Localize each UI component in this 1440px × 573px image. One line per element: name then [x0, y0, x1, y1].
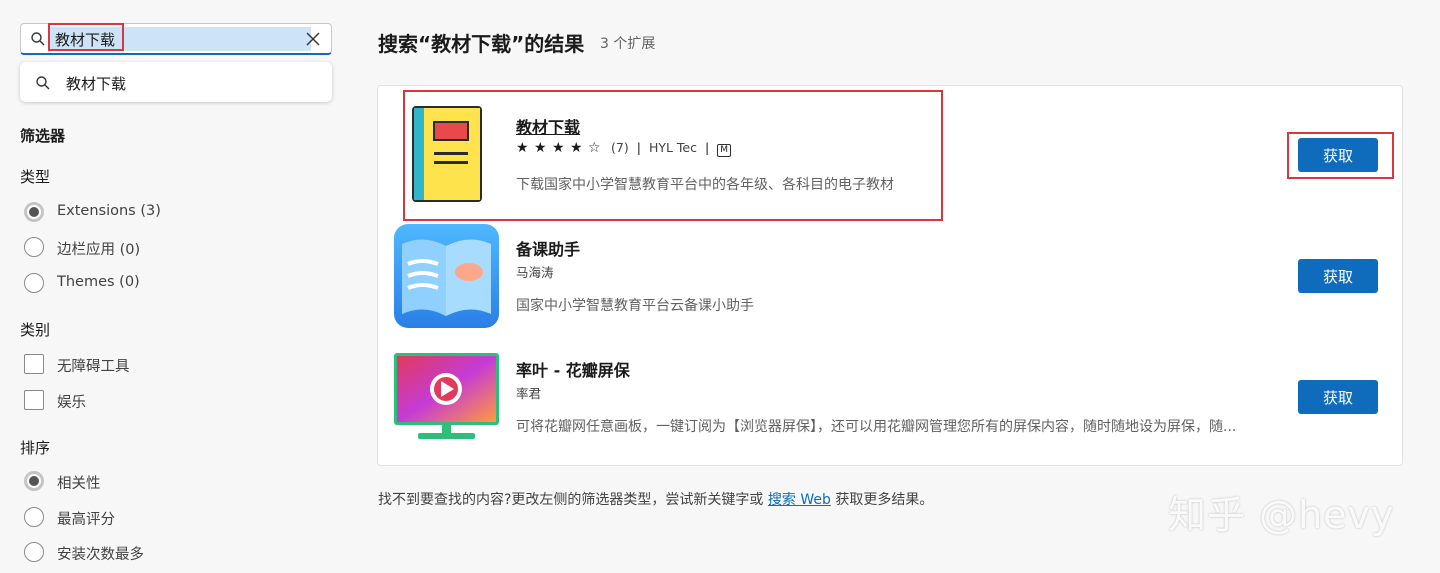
lesson-helper-icon: [394, 224, 499, 328]
filters-title: 筛选器: [20, 127, 66, 145]
filter-category-title: 类别: [20, 321, 51, 339]
get-button-2[interactable]: 获取: [1298, 259, 1378, 293]
option-extensions[interactable]: Extensions (3): [57, 203, 161, 219]
screensaver-monitor-icon: [394, 353, 499, 441]
search-web-link[interactable]: 搜索 Web: [768, 492, 831, 508]
checkbox-accessibility[interactable]: [24, 354, 44, 374]
filter-type-title: 类型: [20, 168, 51, 186]
search-suggestion[interactable]: 教材下载: [20, 62, 332, 102]
publisher-2: 马海涛: [516, 265, 554, 280]
radio-top-rated[interactable]: [24, 507, 44, 527]
ext-desc-2: 国家中小学智慧教育平台云备课小助手: [516, 298, 754, 314]
option-relevance[interactable]: 相关性: [57, 472, 101, 493]
option-entertainment[interactable]: 娱乐: [57, 391, 86, 412]
checkbox-entertainment[interactable]: [24, 390, 44, 410]
option-themes[interactable]: Themes (0): [57, 274, 140, 290]
option-top-rated[interactable]: 最高评分: [57, 508, 115, 529]
publisher-3: 率君: [516, 386, 542, 401]
option-sidebar-apps[interactable]: 边栏应用 (0): [57, 238, 140, 259]
item-highlight: [403, 90, 943, 221]
results-title: 搜索“教材下载”的结果: [378, 32, 585, 56]
ext-name-2[interactable]: 备课助手: [516, 236, 580, 260]
radio-extensions[interactable]: [24, 202, 44, 222]
watermark: 知乎 @hevy: [1168, 493, 1395, 537]
ext-name-3[interactable]: 率叶 - 花瓣屏保: [516, 357, 630, 381]
results-count: 3 个扩展: [600, 36, 656, 52]
filter-sort-title: 排序: [20, 439, 51, 457]
radio-sidebar-apps[interactable]: [24, 237, 44, 257]
option-most-installs[interactable]: 安装次数最多: [57, 543, 144, 564]
get-button-3[interactable]: 获取: [1298, 380, 1378, 414]
search-icon: [31, 32, 45, 46]
radio-themes[interactable]: [24, 273, 44, 293]
suggestion-label: 教材下载: [66, 75, 127, 93]
button-highlight: [1287, 132, 1394, 179]
footer-text: 找不到要查找的内容?更改左侧的筛选器类型，尝试新关键字或: [378, 492, 764, 508]
option-accessibility[interactable]: 无障碍工具: [57, 355, 130, 376]
footer-text-after: 获取更多结果。: [835, 492, 934, 508]
ext-desc-3: 可将花瓣网任意画板，一键订阅为【浏览器屏保】，还可以用花瓣网管理您所有的屏保内容…: [516, 419, 1237, 435]
footer-note: 找不到要查找的内容?更改左侧的筛选器类型，尝试新关键字或 搜索 Web 获取更多…: [378, 489, 933, 509]
radio-most-installs[interactable]: [24, 542, 44, 562]
search-icon: [36, 76, 50, 90]
radio-relevance[interactable]: [24, 471, 44, 491]
close-icon[interactable]: [306, 32, 320, 46]
query-highlight: [48, 23, 124, 51]
